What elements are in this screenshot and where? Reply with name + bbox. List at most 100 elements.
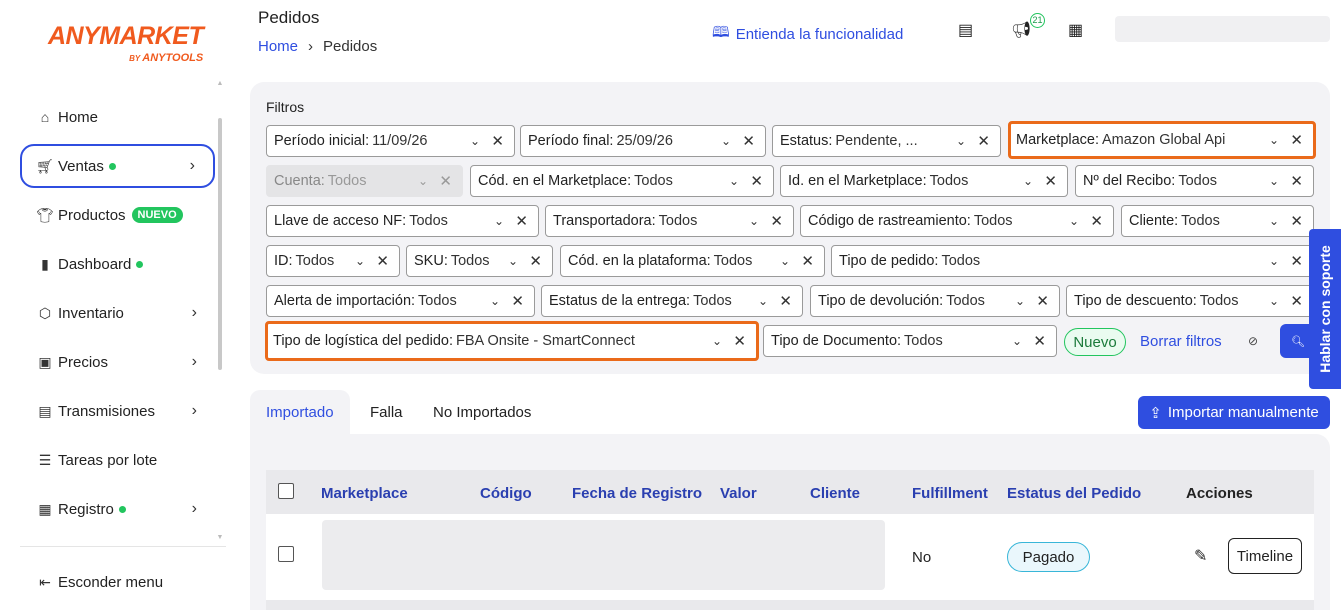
col-fecha-registro[interactable]: Fecha de Registro — [572, 485, 702, 502]
close-icon[interactable]: ✕ — [491, 132, 504, 150]
filter-chip-sku[interactable]: SKU: Todos ⌄ ✕ — [406, 245, 553, 277]
close-icon[interactable]: ✕ — [511, 292, 524, 310]
filter-chip-periodo-inicial[interactable]: Período inicial: 11/09/26 ⌄ ✕ — [266, 125, 515, 157]
understand-feature-link[interactable]: 🕮︎ Entienda la funcionalidad — [712, 22, 903, 47]
close-icon[interactable]: ✕ — [1290, 131, 1303, 149]
sidebar-item-transmisiones[interactable]: ▤ Transmisiones › — [20, 389, 215, 433]
filter-chip-periodo-final[interactable]: Período final: 25/09/26 ⌄ ✕ — [520, 125, 766, 157]
chevron-down-icon[interactable]: ⌄ — [1012, 334, 1022, 348]
chevron-down-icon[interactable]: ⌄ — [1269, 294, 1279, 308]
select-all-checkbox[interactable] — [278, 483, 294, 499]
filter-chip-id-marketplace[interactable]: Id. en el Marketplace: Todos ⌄ ✕ — [780, 165, 1068, 197]
chevron-down-icon[interactable]: ⌄ — [749, 214, 759, 228]
filter-chip-cliente[interactable]: Cliente: Todos ⌄ ✕ — [1121, 205, 1314, 237]
close-icon[interactable]: ✕ — [1290, 252, 1303, 270]
hide-menu-button[interactable]: ⇤ Esconder menu — [36, 574, 163, 591]
filter-chip-rastreamiento[interactable]: Código de rastreamiento: Todos ⌄ ✕ — [800, 205, 1114, 237]
chevron-down-icon[interactable]: ⌄ — [758, 294, 768, 308]
chevron-down-icon[interactable]: ⌄ — [1023, 174, 1033, 188]
chevron-down-icon[interactable]: ⌄ — [1269, 214, 1279, 228]
sidebar-item-home[interactable]: ⌂ Home — [20, 95, 215, 139]
col-cliente[interactable]: Cliente — [810, 485, 860, 502]
close-icon[interactable]: ✕ — [515, 212, 528, 230]
close-icon[interactable]: ✕ — [1290, 292, 1303, 310]
chevron-down-icon[interactable]: ⌄ — [1269, 174, 1279, 188]
filter-chip-tipo-documento[interactable]: Tipo de Documento: Todos ⌄ ✕ — [763, 325, 1057, 357]
scrollbar-thumb[interactable] — [218, 118, 222, 370]
sidebar-item-productos[interactable]: 👕︎ Productos NUEVO — [20, 193, 215, 237]
sidebar-item-dashboard[interactable]: ▮ Dashboard — [20, 242, 215, 286]
close-icon[interactable]: ✕ — [977, 132, 990, 150]
close-icon[interactable]: ✕ — [801, 252, 814, 270]
filter-chip-id[interactable]: ID: Todos ⌄ ✕ — [266, 245, 400, 277]
filter-chip-alerta-importacion[interactable]: Alerta de importación: Todos ⌄ ✕ — [266, 285, 535, 317]
chevron-down-icon[interactable]: ⌄ — [355, 254, 365, 268]
filter-chip-recibo[interactable]: Nº del Recibo: Todos ⌄ ✕ — [1075, 165, 1314, 197]
sidebar-scrollbar[interactable]: ▲ ▼ — [216, 80, 224, 545]
megaphone-icon[interactable]: 📢︎ — [1011, 20, 1031, 40]
filter-chip-cod-plataforma[interactable]: Cód. en la plataforma: Todos ⌄ ✕ — [560, 245, 825, 277]
building-icon[interactable]: ▦ — [1068, 20, 1083, 40]
close-icon[interactable]: ✕ — [1033, 332, 1046, 350]
new-filter-button[interactable]: Nuevo — [1064, 328, 1126, 356]
clear-filters-link[interactable]: Borrar filtros — [1140, 333, 1222, 350]
chevron-down-icon[interactable]: ⌄ — [1015, 294, 1025, 308]
filter-chip-tipo-devolucion[interactable]: Tipo de devolución: Todos ⌄ ✕ — [810, 285, 1060, 317]
chevron-down-icon[interactable]: ⌄ — [1069, 214, 1079, 228]
close-icon[interactable]: ✕ — [779, 292, 792, 310]
col-codigo[interactable]: Código — [480, 485, 532, 502]
filter-chip-transportadora[interactable]: Transportadora: Todos ⌄ ✕ — [545, 205, 794, 237]
tab-importado[interactable]: Importado — [250, 390, 350, 434]
chevron-down-icon[interactable]: ⌄ — [956, 134, 966, 148]
chevron-down-icon[interactable]: ⌄ — [1269, 254, 1279, 268]
filter-chip-cod-marketplace[interactable]: Cód. en el Marketplace: Todos ⌄ ✕ — [470, 165, 774, 197]
row-checkbox[interactable] — [278, 546, 294, 562]
close-icon[interactable]: ✕ — [529, 252, 542, 270]
chevron-down-icon[interactable]: ⌄ — [712, 334, 722, 348]
filter-chip-tipo-pedido[interactable]: Tipo de pedido: Todos ⌄ ✕ — [831, 245, 1314, 277]
close-icon[interactable]: ✕ — [742, 132, 755, 150]
user-account-area[interactable] — [1115, 16, 1330, 42]
close-icon[interactable]: ✕ — [1044, 172, 1057, 190]
chevron-down-icon[interactable]: ⌄ — [508, 254, 518, 268]
sidebar-item-tareas[interactable]: ☰ Tareas por lote — [20, 438, 215, 482]
chevron-down-icon[interactable]: ⌄ — [780, 254, 790, 268]
brand-logo[interactable]: ANYMARKET BY ANYTOOLS — [48, 22, 204, 64]
server-status-icon[interactable]: ▤ — [958, 20, 973, 40]
col-valor[interactable]: Valor — [720, 485, 757, 502]
col-estatus-pedido[interactable]: Estatus del Pedido — [1007, 485, 1141, 502]
scroll-down-icon[interactable]: ▼ — [216, 534, 224, 541]
close-icon[interactable]: ✕ — [1090, 212, 1103, 230]
tab-falla[interactable]: Falla — [354, 390, 419, 434]
tab-no-importados[interactable]: No Importados — [417, 390, 547, 434]
close-icon[interactable]: ✕ — [1290, 212, 1303, 230]
sidebar-item-ventas[interactable]: 🛒︎ Ventas › — [20, 144, 215, 188]
filter-chip-estatus-entrega[interactable]: Estatus de la entrega: Todos ⌄ ✕ — [541, 285, 803, 317]
breadcrumb-home-link[interactable]: Home — [258, 38, 298, 55]
filter-chip-estatus[interactable]: Estatus: Pendente, ... ⌄ ✕ — [772, 125, 1001, 157]
filter-chip-llave-nf[interactable]: Llave de acceso NF: Todos ⌄ ✕ — [266, 205, 539, 237]
chevron-down-icon[interactable]: ⌄ — [1269, 133, 1279, 147]
close-icon[interactable]: ✕ — [1036, 292, 1049, 310]
sidebar-item-inventario[interactable]: ⬡ Inventario › — [20, 291, 215, 335]
close-icon[interactable]: ✕ — [770, 212, 783, 230]
chevron-down-icon[interactable]: ⌄ — [494, 214, 504, 228]
sidebar-item-registro[interactable]: ▦ Registro › — [20, 487, 215, 531]
chevron-down-icon[interactable]: ⌄ — [721, 134, 731, 148]
timeline-button[interactable]: Timeline — [1228, 538, 1302, 574]
close-icon[interactable]: ✕ — [733, 332, 746, 350]
sidebar-item-precios[interactable]: ▣ Precios › — [20, 340, 215, 384]
close-icon[interactable]: ✕ — [750, 172, 763, 190]
filter-chip-marketplace[interactable]: Marketplace: Amazon Global Api ⌄ ✕ — [1008, 121, 1316, 159]
pencil-icon[interactable]: ✎ — [1194, 546, 1207, 566]
chevron-down-icon[interactable]: ⌄ — [470, 134, 480, 148]
table-row[interactable]: No — [266, 514, 1314, 600]
scroll-up-icon[interactable]: ▲ — [216, 80, 224, 87]
filter-chip-tipo-logistica[interactable]: Tipo de logística del pedido: FBA Onsite … — [265, 321, 759, 361]
close-icon[interactable]: ✕ — [1290, 172, 1303, 190]
filter-chip-tipo-descuento[interactable]: Tipo de descuento: Todos ⌄ ✕ — [1066, 285, 1314, 317]
col-marketplace[interactable]: Marketplace — [321, 485, 408, 502]
filter-off-icon[interactable]: ⊘ — [1248, 334, 1258, 348]
chevron-down-icon[interactable]: ⌄ — [729, 174, 739, 188]
import-manually-button[interactable]: ⇪ Importar manualmente — [1138, 396, 1330, 429]
